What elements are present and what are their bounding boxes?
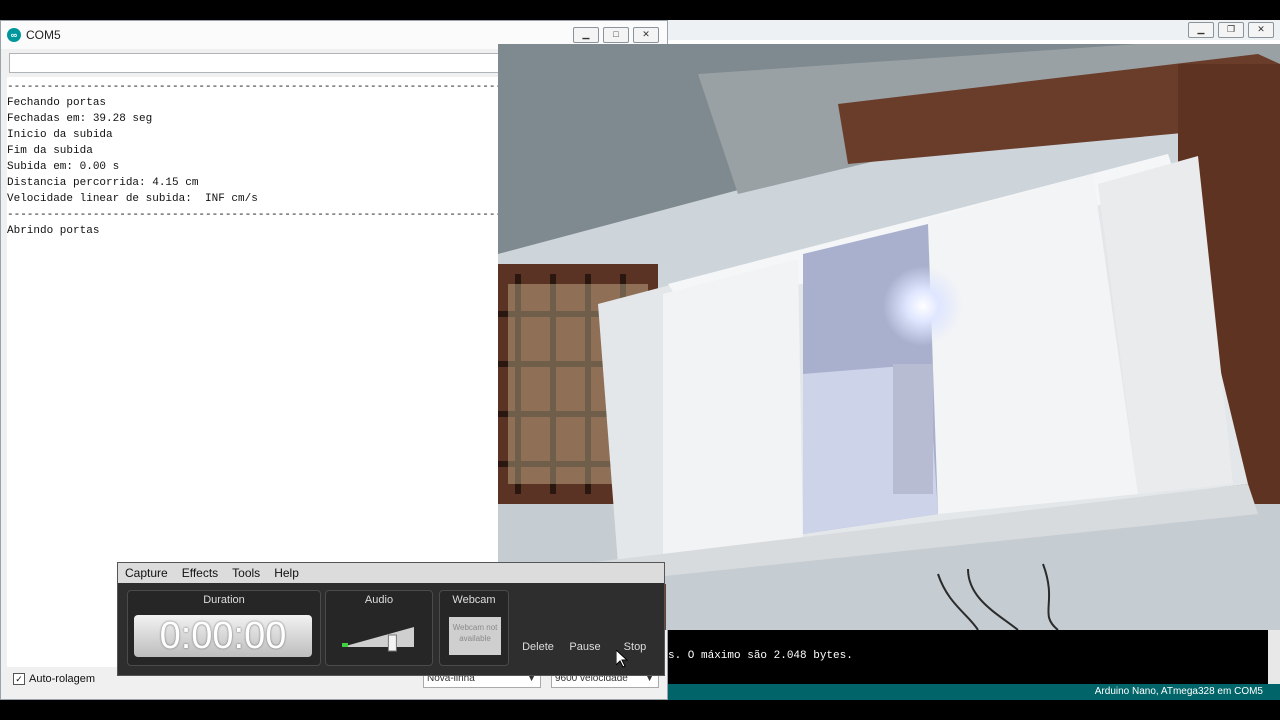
ide-title-bar: ▁ ❐ ✕ [668,20,1280,40]
minimize-button[interactable]: ▁ [573,27,599,43]
window-title: COM5 [26,28,61,42]
menu-tools[interactable]: Tools [232,566,260,580]
duration-value: 0:00:00 [134,615,312,657]
autoscroll-label: Auto-rolagem [29,673,96,685]
webcam-image [498,44,1280,630]
maximize-button[interactable]: □ [603,27,629,43]
autoscroll-toggle[interactable]: ✓ Auto-rolagem [13,673,95,685]
delete-button[interactable]: Delete [521,641,555,653]
audio-slider-thumb[interactable] [387,634,397,652]
menu-help[interactable]: Help [274,566,299,580]
console-text: s. O máximo são 2.048 bytes. [668,650,853,662]
delete-label: Delete [522,641,554,653]
audio-label: Audio [364,594,394,606]
recorder-menu-bar: Capture Effects Tools Help [118,563,664,583]
minimize-button[interactable]: ▁ [1188,22,1214,38]
checkbox-checked-icon[interactable]: ✓ [13,673,25,685]
duration-label: Duration [203,594,245,606]
ide-console: s. O máximo são 2.048 bytes. [668,630,1268,684]
mouse-cursor-icon [616,650,628,668]
board-status: Arduino Nano, ATmega328 em COM5 [1094,686,1263,697]
recorder-toolbar: Capture Effects Tools Help Duration 0:00… [117,562,665,676]
close-button[interactable]: ✕ [1248,22,1274,38]
audio-panel: Audio [325,590,433,666]
pause-button[interactable]: Pause [568,641,602,653]
arduino-logo-icon: ∞ [7,28,21,42]
pause-label: Pause [569,641,601,653]
audio-level-meter [342,643,348,647]
restore-button[interactable]: ❐ [1218,22,1244,38]
webcam-label: Webcam [452,594,496,606]
webcam-preview [498,44,1280,630]
menu-capture[interactable]: Capture [125,566,168,580]
duration-panel: Duration 0:00:00 [127,590,321,666]
webcam-status: Webcam not available [449,617,501,655]
close-button[interactable]: ✕ [633,27,659,43]
audio-level-slider[interactable] [326,615,432,665]
webcam-panel: Webcam Webcam not available [439,590,509,666]
ide-status-bar: Arduino Nano, ATmega328 em COM5 [668,684,1280,700]
menu-effects[interactable]: Effects [182,566,218,580]
console-scrollbar[interactable] [1268,630,1280,684]
